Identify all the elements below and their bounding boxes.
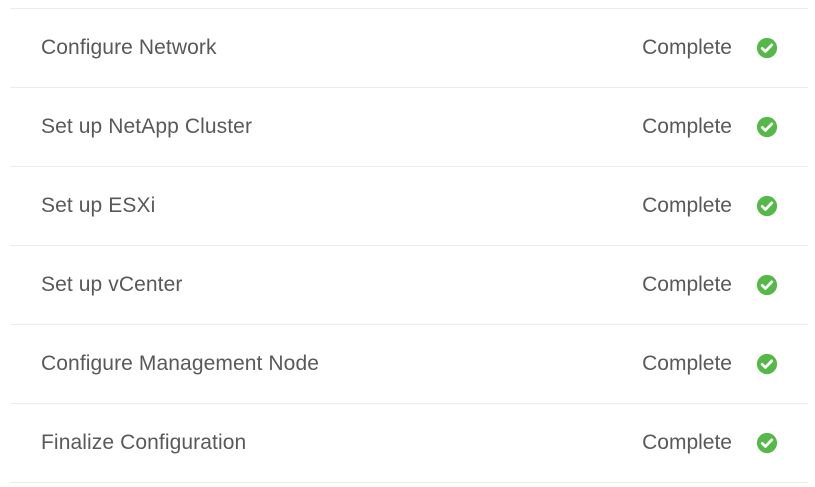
task-label: Set up vCenter bbox=[41, 273, 183, 296]
status-text: Complete bbox=[642, 273, 732, 296]
status-text: Complete bbox=[642, 431, 732, 454]
status-text: Complete bbox=[642, 352, 732, 375]
task-row-setup-esxi: Set up ESXi Complete bbox=[10, 167, 808, 246]
task-label: Configure Management Node bbox=[41, 352, 320, 375]
task-label: Finalize Configuration bbox=[41, 431, 247, 454]
task-row-finalize-configuration: Finalize Configuration Complete bbox=[10, 404, 808, 483]
check-circle-icon bbox=[756, 274, 778, 296]
task-label: Configure Network bbox=[41, 36, 217, 59]
check-circle-icon bbox=[756, 37, 778, 59]
check-circle-icon bbox=[756, 116, 778, 138]
task-label: Set up NetApp Cluster bbox=[41, 115, 253, 138]
task-row-setup-vcenter: Set up vCenter Complete bbox=[10, 246, 808, 325]
task-status: Complete bbox=[642, 194, 778, 218]
status-text: Complete bbox=[642, 36, 732, 59]
task-label: Set up ESXi bbox=[41, 194, 156, 217]
task-list: Configure Network Complete Set up NetApp… bbox=[10, 8, 808, 483]
task-status: Complete bbox=[642, 352, 778, 376]
status-text: Complete bbox=[642, 115, 732, 138]
task-row-configure-management-node: Configure Management Node Complete bbox=[10, 325, 808, 404]
task-status: Complete bbox=[642, 273, 778, 297]
task-row-setup-netapp-cluster: Set up NetApp Cluster Complete bbox=[10, 88, 808, 167]
check-circle-icon bbox=[756, 353, 778, 375]
task-row-configure-network: Configure Network Complete bbox=[10, 9, 808, 88]
check-circle-icon bbox=[756, 195, 778, 217]
status-text: Complete bbox=[642, 194, 732, 217]
check-circle-icon bbox=[756, 432, 778, 454]
task-status: Complete bbox=[642, 36, 778, 60]
task-status: Complete bbox=[642, 431, 778, 455]
task-status: Complete bbox=[642, 115, 778, 139]
